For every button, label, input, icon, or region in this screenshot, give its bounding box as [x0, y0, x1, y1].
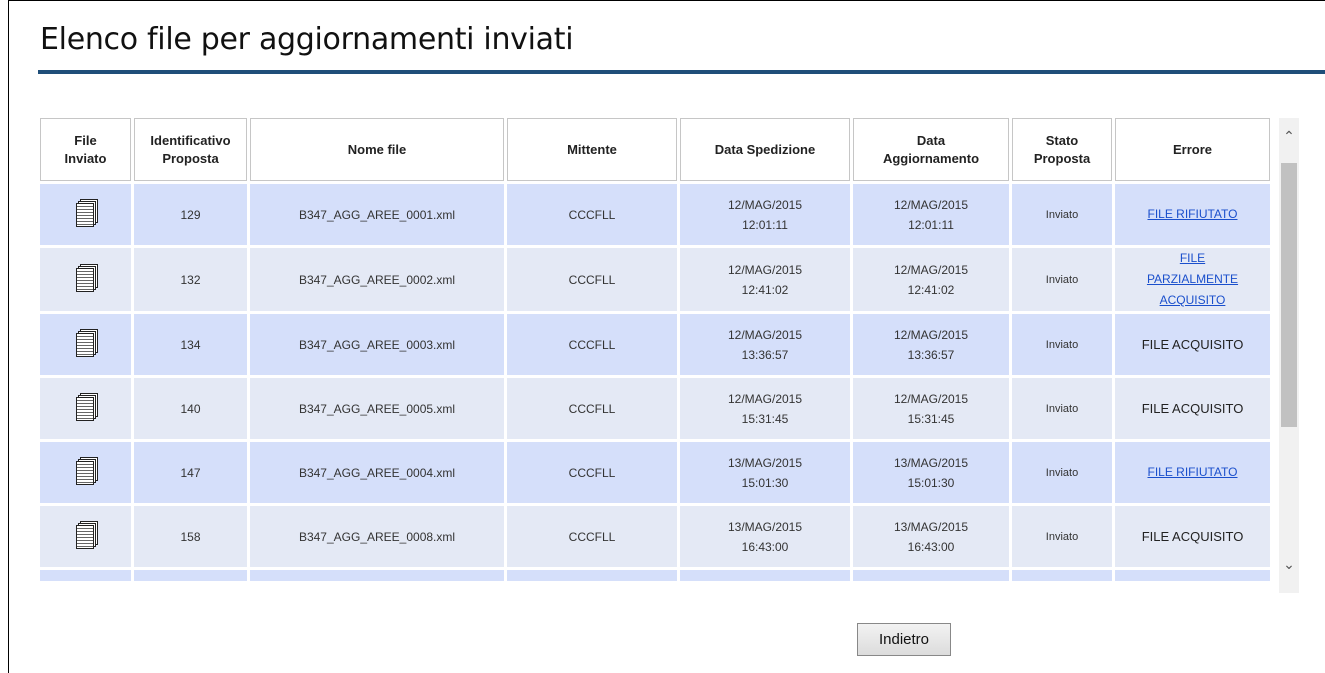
chevron-down-icon[interactable]: ⌄: [1279, 554, 1299, 574]
col-header-mittente[interactable]: Mittente: [507, 118, 677, 181]
cell-data-spedizione: 13/MAG/2015 16:43:00: [680, 506, 850, 567]
document-stack-icon[interactable]: [75, 456, 98, 485]
scrollbar-thumb[interactable]: [1281, 163, 1297, 427]
cell-cutoff: [680, 570, 850, 581]
error-link[interactable]: FILE PARZIALMENTE ACQUISITO: [1147, 251, 1238, 307]
cell-file-inviato: [40, 442, 131, 503]
table-row: 147 B347_AGG_AREE_0004.xml CCCFLL 13/MAG/20…: [40, 442, 1270, 503]
results-table: File Inviato Identificativo Proposta Nome …: [40, 118, 1273, 584]
cell-data-aggiornamento: 12/MAG/2015 13:36:57: [853, 314, 1009, 375]
cell-file-inviato: [40, 314, 131, 375]
frame-top-border: [8, 0, 1325, 1]
cell-file-inviato: [40, 378, 131, 439]
cell-file-inviato: [40, 184, 131, 245]
cell-data-spedizione: 12/MAG/2015 13:36:57: [680, 314, 850, 375]
cell-errore: FILE ACQUISITO: [1115, 506, 1270, 567]
col-header-errore[interactable]: Errore: [1115, 118, 1270, 181]
table-row: 132 B347_AGG_AREE_0002.xml CCCFLL 12/MAG/20…: [40, 248, 1270, 311]
cell-cutoff: [250, 570, 504, 581]
cell-data-spedizione: 12/MAG/2015 12:01:11: [680, 184, 850, 245]
title-underline: [38, 70, 1325, 74]
error-link[interactable]: FILE RIFIUTATO: [1147, 465, 1237, 479]
cell-stato-proposta: Inviato: [1012, 442, 1112, 503]
error-link[interactable]: FILE RIFIUTATO: [1147, 207, 1237, 221]
chevron-up-icon[interactable]: ⌃: [1279, 126, 1299, 146]
cell-cutoff: [853, 570, 1009, 581]
cell-data-spedizione: 12/MAG/2015 15:31:45: [680, 378, 850, 439]
cell-mittente: CCCFLL: [507, 506, 677, 567]
back-button[interactable]: Indietro: [857, 623, 951, 656]
error-status-text: FILE ACQUISITO: [1141, 336, 1244, 352]
cell-errore: FILE ACQUISITO: [1115, 314, 1270, 375]
cell-data-aggiornamento: 13/MAG/2015 15:01:30: [853, 442, 1009, 503]
cell-errore: FILE PARZIALMENTE ACQUISITO: [1115, 248, 1270, 311]
document-stack-icon[interactable]: [75, 328, 98, 357]
cell-mittente: CCCFLL: [507, 248, 677, 311]
col-header-nome-file[interactable]: Nome file: [250, 118, 504, 181]
col-header-file-inviato[interactable]: File Inviato: [40, 118, 131, 181]
table-row: 140 B347_AGG_AREE_0005.xml CCCFLL 12/MAG/20…: [40, 378, 1270, 439]
cell-nome-file: B347_AGG_AREE_0002.xml: [250, 248, 504, 311]
cell-identificativo: 147: [134, 442, 247, 503]
cell-data-aggiornamento: 12/MAG/2015 12:01:11: [853, 184, 1009, 245]
cell-data-aggiornamento: 12/MAG/2015 15:31:45: [853, 378, 1009, 439]
cell-data-aggiornamento: 13/MAG/2015 16:43:00: [853, 506, 1009, 567]
cell-stato-proposta: Inviato: [1012, 248, 1112, 311]
cell-mittente: CCCFLL: [507, 378, 677, 439]
cell-stato-proposta: Inviato: [1012, 184, 1112, 245]
cell-nome-file: B347_AGG_AREE_0001.xml: [250, 184, 504, 245]
cell-identificativo: 140: [134, 378, 247, 439]
cell-errore: FILE RIFIUTATO: [1115, 184, 1270, 245]
table-row: 129 B347_AGG_AREE_0001.xml CCCFLL 12/MAG/20…: [40, 184, 1270, 245]
col-header-stato-proposta[interactable]: Stato Proposta: [1012, 118, 1112, 181]
cell-identificativo: 158: [134, 506, 247, 567]
table-header-row: File Inviato Identificativo Proposta Nome …: [40, 118, 1270, 181]
results-table-viewport: File Inviato Identificativo Proposta Nome …: [40, 118, 1274, 593]
cell-nome-file: B347_AGG_AREE_0005.xml: [250, 378, 504, 439]
cell-mittente: CCCFLL: [507, 314, 677, 375]
cell-mittente: CCCFLL: [507, 184, 677, 245]
cell-errore: FILE ACQUISITO: [1115, 378, 1270, 439]
document-stack-icon[interactable]: [75, 263, 98, 292]
cell-errore: FILE RIFIUTATO: [1115, 442, 1270, 503]
cell-stato-proposta: Inviato: [1012, 506, 1112, 567]
table-scrollbar[interactable]: ⌃ ⌄: [1279, 118, 1299, 593]
cell-data-aggiornamento: 12/MAG/2015 12:41:02: [853, 248, 1009, 311]
col-header-data-spedizione[interactable]: Data Spedizione: [680, 118, 850, 181]
col-header-identificativo[interactable]: Identificativo Proposta: [134, 118, 247, 181]
error-status-text: FILE ACQUISITO: [1141, 528, 1244, 544]
col-header-data-aggiornamento[interactable]: Data Aggiornamento: [853, 118, 1009, 181]
document-stack-icon[interactable]: [75, 520, 98, 549]
cell-nome-file: B347_AGG_AREE_0008.xml: [250, 506, 504, 567]
cell-identificativo: 132: [134, 248, 247, 311]
cell-data-spedizione: 13/MAG/2015 15:01:30: [680, 442, 850, 503]
cell-identificativo: 134: [134, 314, 247, 375]
cell-stato-proposta: Inviato: [1012, 378, 1112, 439]
table-row: 158 B347_AGG_AREE_0008.xml CCCFLL 13/MAG/20…: [40, 506, 1270, 567]
cell-nome-file: B347_AGG_AREE_0003.xml: [250, 314, 504, 375]
cell-mittente: CCCFLL: [507, 442, 677, 503]
table-row: 134 B347_AGG_AREE_0003.xml CCCFLL 12/MAG/20…: [40, 314, 1270, 375]
cell-cutoff: [40, 570, 131, 581]
cell-cutoff: [134, 570, 247, 581]
frame-left-border: [8, 0, 9, 673]
page-title: Elenco file per aggiornamenti inviati: [40, 22, 574, 57]
error-status-text: FILE ACQUISITO: [1141, 400, 1244, 416]
cell-cutoff: [507, 570, 677, 581]
cell-stato-proposta: Inviato: [1012, 314, 1112, 375]
cell-file-inviato: [40, 506, 131, 567]
table-row-partial: [40, 570, 1270, 581]
document-stack-icon[interactable]: [75, 392, 98, 421]
cell-cutoff: [1115, 570, 1270, 581]
document-stack-icon[interactable]: [75, 198, 98, 227]
cell-data-spedizione: 12/MAG/2015 12:41:02: [680, 248, 850, 311]
cell-nome-file: B347_AGG_AREE_0004.xml: [250, 442, 504, 503]
cell-cutoff: [1012, 570, 1112, 581]
cell-identificativo: 129: [134, 184, 247, 245]
cell-file-inviato: [40, 248, 131, 311]
